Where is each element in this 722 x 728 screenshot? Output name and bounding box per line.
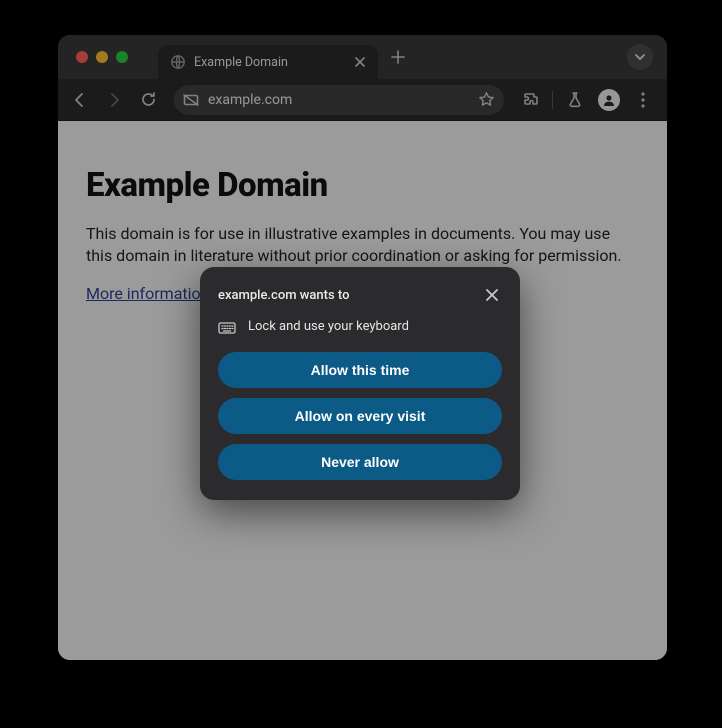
keyboard-icon xyxy=(218,320,236,334)
permission-label: Lock and use your keyboard xyxy=(248,319,409,334)
permission-dialog: example.com wants to Lock and use your k… xyxy=(200,267,520,500)
permission-row: Lock and use your keyboard xyxy=(218,319,502,334)
allow-once-button[interactable]: Allow this time xyxy=(218,352,502,388)
dialog-header: example.com wants to xyxy=(218,285,502,305)
dialog-close-button[interactable] xyxy=(482,285,502,305)
allow-always-button[interactable]: Allow on every visit xyxy=(218,398,502,434)
dialog-title: example.com wants to xyxy=(218,288,349,303)
never-allow-button[interactable]: Never allow xyxy=(218,444,502,480)
